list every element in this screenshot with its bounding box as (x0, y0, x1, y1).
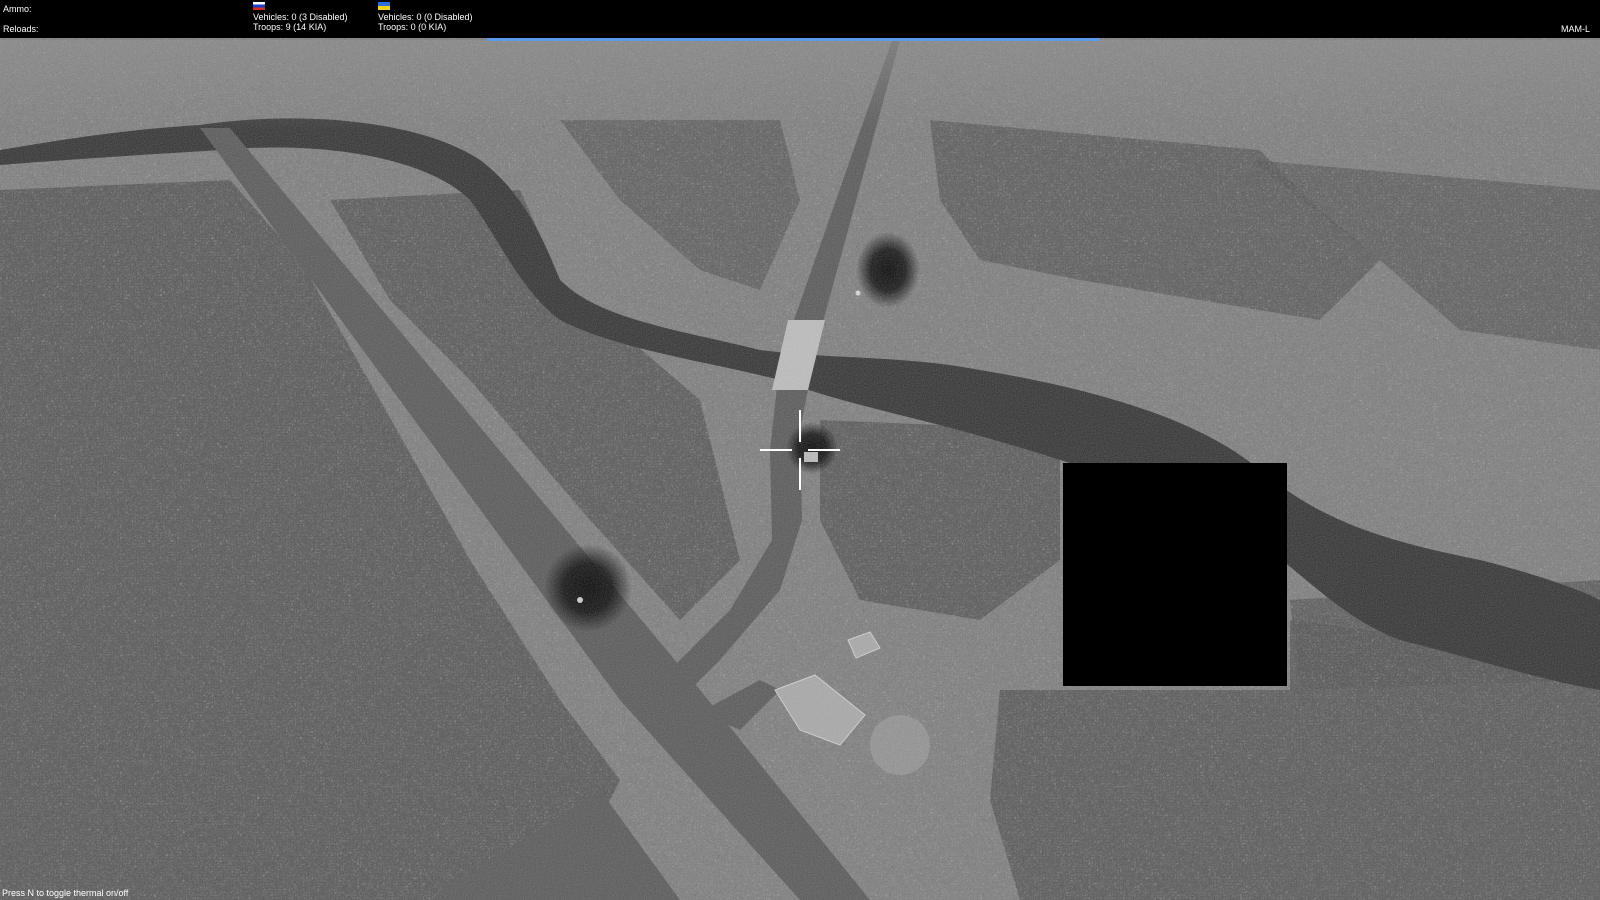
hud-ammo-block: Ammo: Reloads: (3, 4, 39, 44)
game-viewport[interactable]: Ammo: Reloads: Vehicles: 0 (3 Disabled) … (0, 0, 1600, 900)
progress-bar (487, 38, 1112, 41)
ammo-label: Ammo: (3, 4, 32, 14)
progress-bar-fill (487, 38, 1100, 41)
russia-flag-icon (253, 2, 265, 10)
crosshair-icon (760, 410, 840, 490)
ukraine-stats: Vehicles: 0 (0 Disabled) Troops: 0 (0 KI… (378, 2, 473, 32)
reloads-label: Reloads: (3, 24, 39, 34)
ukraine-troops-count: Troops: 0 (0 KIA) (378, 22, 447, 32)
weapon-name: MAM-L (1561, 24, 1590, 34)
thermal-toggle-hint: Press N to toggle thermal on/off (2, 888, 129, 898)
russia-troops-count: Troops: 9 (14 KIA) (253, 22, 327, 32)
black-overlay-panel (1063, 463, 1287, 686)
russia-vehicles-count: Vehicles: 0 (3 Disabled) (253, 12, 348, 22)
russia-stats: Vehicles: 0 (3 Disabled) Troops: 9 (14 K… (253, 2, 348, 32)
ukraine-flag-icon (378, 2, 390, 10)
ukraine-vehicles-count: Vehicles: 0 (0 Disabled) (378, 12, 473, 22)
hud-top-bar: Ammo: Reloads: Vehicles: 0 (3 Disabled) … (0, 0, 1600, 38)
